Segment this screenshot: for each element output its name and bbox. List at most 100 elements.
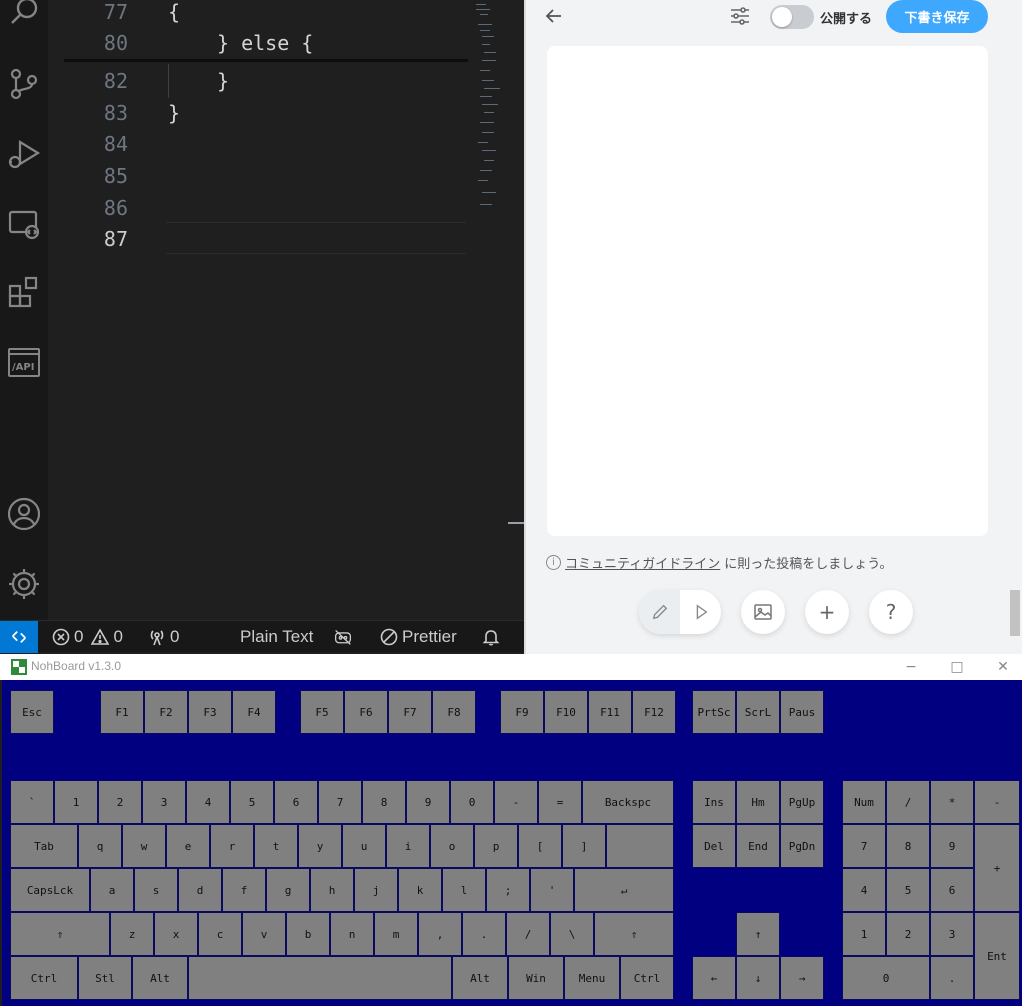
nohboard-titlebar[interactable]: NohBoard v1.3.0 − □ ✕ — [0, 654, 1022, 680]
ports-indicator[interactable]: 0 — [148, 621, 179, 653]
key-esc: Esc — [10, 690, 54, 734]
key-f: f — [222, 868, 266, 912]
community-guideline-link[interactable]: コミュニティガイドライン — [565, 553, 720, 572]
edit-mode-button[interactable] — [639, 590, 680, 634]
key-semicolon: ; — [486, 868, 530, 912]
key-z: z — [110, 912, 154, 956]
activity-bar: /API — [0, 0, 48, 620]
add-block-button[interactable]: + — [805, 590, 849, 634]
copilot-disabled-icon — [334, 629, 352, 645]
key-6: 6 — [274, 780, 318, 824]
code-editor[interactable]: 77 80 82 83 84 85 86 87 { } else { } } — [48, 0, 526, 620]
minimap[interactable] — [472, 0, 526, 220]
back-button[interactable] — [542, 4, 566, 28]
close-button[interactable]: ✕ — [980, 654, 1022, 680]
key-ins: Ins — [692, 780, 736, 824]
copilot-status[interactable] — [334, 621, 352, 653]
key-i: i — [386, 824, 430, 868]
key-enter: ↵ — [574, 868, 674, 912]
key-5: 5 — [230, 780, 274, 824]
scrollbar-thumb[interactable] — [1010, 590, 1020, 636]
extensions-icon[interactable] — [4, 272, 44, 312]
save-draft-button[interactable]: 下書き保存 — [886, 0, 988, 33]
key-num-7: 7 — [842, 824, 886, 868]
info-icon: i — [546, 555, 561, 570]
key-f3: F3 — [188, 690, 232, 734]
key-stl: Stl — [78, 956, 132, 1000]
key-scrl: ScrL — [736, 690, 780, 734]
run-debug-icon[interactable] — [4, 134, 44, 174]
article-body-editor[interactable] — [547, 46, 988, 536]
remote-indicator-button[interactable] — [0, 621, 38, 653]
current-line-highlight — [166, 222, 466, 254]
key-9: 9 — [406, 780, 450, 824]
prohibited-icon — [380, 628, 398, 646]
key-x: x — [154, 912, 198, 956]
key-prtsc: PrtSc — [692, 690, 736, 734]
account-icon[interactable] — [4, 494, 44, 534]
key-num-0: 0 — [842, 956, 930, 1000]
key-right-shift: ⇑ — [594, 912, 674, 956]
line-number: 86 — [103, 196, 128, 220]
code-line: } — [217, 69, 230, 93]
keyboard-display: Esc F1 F2 F3 F4 F5 F6 F7 F8 F9 F10 F11 F… — [2, 680, 1022, 1006]
key-f8: F8 — [432, 690, 476, 734]
bell-icon — [482, 630, 500, 646]
key-num-5: 5 — [886, 868, 930, 912]
minimize-button[interactable]: − — [888, 654, 934, 680]
key-backslash: \ — [550, 912, 594, 956]
key-a: a — [90, 868, 134, 912]
key-capslock: CapsLck — [10, 868, 90, 912]
edit-preview-toggle — [639, 590, 721, 634]
gear-icon[interactable] — [4, 564, 44, 604]
settings-button[interactable] — [728, 4, 752, 28]
line-number: 84 — [103, 132, 128, 156]
key-comma: , — [418, 912, 462, 956]
maximize-button[interactable]: □ — [934, 654, 980, 680]
key-r: r — [210, 824, 254, 868]
key-f6: F6 — [344, 690, 388, 734]
key-f9: F9 — [500, 690, 544, 734]
code-line: { — [168, 0, 181, 24]
notifications-button[interactable] — [482, 621, 500, 653]
line-number: 83 — [103, 101, 128, 125]
key-o: o — [430, 824, 474, 868]
key-left-shift: ⇑ — [10, 912, 110, 956]
prettier-label: Prettier — [402, 627, 457, 646]
key-space — [188, 956, 452, 1000]
help-button[interactable]: ? — [869, 590, 913, 634]
key-paus: Paus — [780, 690, 824, 734]
key-num-3: 3 — [930, 912, 974, 956]
code-line: } else { — [217, 31, 314, 55]
key-q: q — [78, 824, 122, 868]
key-g: g — [266, 868, 310, 912]
api-icon[interactable]: /API — [4, 342, 44, 382]
key-f4: F4 — [232, 690, 276, 734]
publish-toggle[interactable] — [770, 5, 814, 29]
key-num-decimal: . — [930, 956, 974, 1000]
source-control-icon[interactable] — [4, 64, 44, 104]
image-upload-button[interactable] — [741, 590, 785, 634]
language-mode[interactable]: Plain Text — [240, 621, 313, 653]
key-num-8: 8 — [886, 824, 930, 868]
warning-icon — [91, 628, 110, 645]
remote-explorer-icon[interactable] — [4, 204, 44, 244]
search-icon[interactable] — [4, 0, 44, 34]
key-num-1: 1 — [842, 912, 886, 956]
key-tab: Tab — [10, 824, 78, 868]
problems-indicator[interactable]: 0 0 — [52, 621, 123, 653]
key-f2: F2 — [144, 690, 188, 734]
prettier-status[interactable]: Prettier — [380, 621, 457, 653]
nohboard-logo-icon — [11, 659, 27, 675]
preview-mode-button[interactable] — [680, 590, 721, 634]
key-3: 3 — [142, 780, 186, 824]
svg-text:/API: /API — [12, 362, 34, 373]
key-f1: F1 — [100, 690, 144, 734]
key-p: p — [474, 824, 518, 868]
line-number-active: 87 — [103, 227, 128, 251]
key-down-arrow: ↓ — [736, 956, 780, 1000]
remote-icon — [12, 630, 26, 644]
key-num-add: + — [974, 824, 1020, 912]
play-icon — [696, 604, 708, 620]
key-left-ctrl: Ctrl — [10, 956, 78, 1000]
